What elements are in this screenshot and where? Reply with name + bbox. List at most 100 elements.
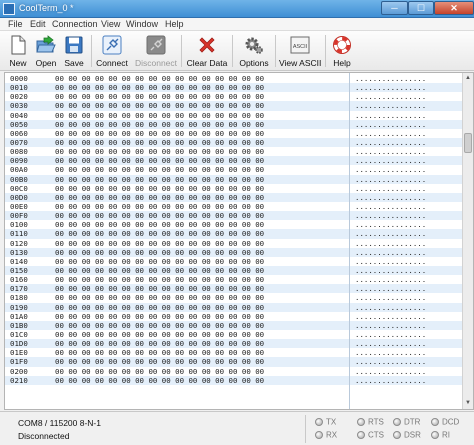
row-ascii: ................ xyxy=(355,265,427,275)
clear-data-button[interactable]: Clear Data xyxy=(185,33,229,69)
hex-row: 0050 00 00 00 00 00 00 00 00 00 00 00 00 … xyxy=(5,119,462,129)
menu-help[interactable]: Help xyxy=(165,19,184,29)
row-ascii: ................ xyxy=(355,247,427,257)
row-address: 01E0 xyxy=(10,348,28,358)
hex-row: 0190 00 00 00 00 00 00 00 00 00 00 00 00 … xyxy=(5,302,462,312)
vertical-scrollbar[interactable]: ▲ ▼ xyxy=(462,73,473,409)
led-indicator-icon xyxy=(431,430,439,439)
row-address: 0080 xyxy=(10,147,28,157)
row-ascii: ................ xyxy=(355,357,427,367)
row-address: 0210 xyxy=(10,375,28,385)
toolbar: New Open Save Connect Disconnect Clear D… xyxy=(0,31,474,71)
row-hex-bytes: 00 00 00 00 00 00 00 00 00 00 00 00 00 0… xyxy=(55,284,265,294)
menu-edit[interactable]: Edit xyxy=(30,19,46,29)
hex-row: 0040 00 00 00 00 00 00 00 00 00 00 00 00 … xyxy=(5,111,462,120)
row-hex-bytes: 00 00 00 00 00 00 00 00 00 00 00 00 00 0… xyxy=(55,311,265,321)
new-button[interactable]: New xyxy=(5,33,31,69)
row-address: 0040 xyxy=(10,110,28,120)
row-hex-bytes: 00 00 00 00 00 00 00 00 00 00 00 00 00 0… xyxy=(55,238,265,248)
row-address: 00A0 xyxy=(10,165,28,175)
hex-row: 0180 00 00 00 00 00 00 00 00 00 00 00 00 … xyxy=(5,293,462,302)
row-address: 0200 xyxy=(10,366,28,376)
row-hex-bytes: 00 00 00 00 00 00 00 00 00 00 00 00 00 0… xyxy=(55,83,265,93)
maximize-button[interactable]: ☐ xyxy=(408,1,434,15)
view-ascii-button-label: View ASCII xyxy=(279,58,322,68)
row-address: 01D0 xyxy=(10,339,28,349)
hex-row: 0140 00 00 00 00 00 00 00 00 00 00 00 00 … xyxy=(5,257,462,266)
open-button-label: Open xyxy=(35,58,57,68)
row-hex-bytes: 00 00 00 00 00 00 00 00 00 00 00 00 00 0… xyxy=(55,329,265,339)
row-hex-bytes: 00 00 00 00 00 00 00 00 00 00 00 00 00 0… xyxy=(55,165,265,175)
disconnect-button-label: Disconnect xyxy=(134,58,178,68)
help-button[interactable]: Help xyxy=(329,33,355,69)
toolbar-separator xyxy=(91,35,92,67)
open-button[interactable]: Open xyxy=(33,33,59,69)
options-gear-icon xyxy=(245,37,263,54)
view-ascii-button[interactable]: ASCII View ASCII xyxy=(279,33,321,69)
hex-data-view[interactable]: 0000 00 00 00 00 00 00 00 00 00 00 00 00 … xyxy=(4,72,474,410)
row-hex-bytes: 00 00 00 00 00 00 00 00 00 00 00 00 00 0… xyxy=(55,183,265,193)
row-ascii: ................ xyxy=(355,320,427,330)
title-bar: CoolTerm_0 * ─ ☐ ✕ xyxy=(0,0,474,18)
toolbar-separator xyxy=(275,35,276,67)
row-hex-bytes: 00 00 00 00 00 00 00 00 00 00 00 00 00 0… xyxy=(55,293,265,303)
close-button[interactable]: ✕ xyxy=(434,1,474,15)
options-button[interactable]: Options xyxy=(236,33,272,69)
hex-row: 0010 00 00 00 00 00 00 00 00 00 00 00 00 … xyxy=(5,83,462,93)
save-button[interactable]: Save xyxy=(61,33,87,69)
row-address: 0190 xyxy=(10,302,28,312)
disconnect-button[interactable]: Disconnect xyxy=(134,33,178,69)
row-ascii: ................ xyxy=(355,311,427,321)
row-address: 0000 xyxy=(10,74,28,83)
hex-row: 0100 00 00 00 00 00 00 00 00 00 00 00 00 … xyxy=(5,220,462,229)
row-ascii: ................ xyxy=(355,128,427,138)
new-file-icon xyxy=(11,35,26,55)
row-address: 00E0 xyxy=(10,201,28,211)
row-hex-bytes: 00 00 00 00 00 00 00 00 00 00 00 00 00 0… xyxy=(55,247,265,257)
menu-connection[interactable]: Connection xyxy=(52,19,98,29)
hex-row: 0080 00 00 00 00 00 00 00 00 00 00 00 00 … xyxy=(5,147,462,156)
menu-file[interactable]: File xyxy=(8,19,23,29)
connect-button[interactable]: Connect xyxy=(95,33,129,69)
scroll-thumb[interactable] xyxy=(464,133,472,153)
row-hex-bytes: 00 00 00 00 00 00 00 00 00 00 00 00 00 0… xyxy=(55,74,265,83)
options-button-label: Options xyxy=(239,58,269,68)
row-ascii: ................ xyxy=(355,329,427,339)
row-address: 0090 xyxy=(10,156,28,166)
row-address: 0140 xyxy=(10,256,28,266)
row-hex-bytes: 00 00 00 00 00 00 00 00 00 00 00 00 00 0… xyxy=(55,201,265,211)
save-button-label: Save xyxy=(64,58,84,68)
row-address: 0130 xyxy=(10,247,28,257)
row-hex-bytes: 00 00 00 00 00 00 00 00 00 00 00 00 00 0… xyxy=(55,137,265,147)
hex-row: 01E0 00 00 00 00 00 00 00 00 00 00 00 00 … xyxy=(5,348,462,357)
toolbar-separator xyxy=(181,35,182,67)
scroll-up-icon[interactable]: ▲ xyxy=(463,73,473,83)
hex-row: 0210 00 00 00 00 00 00 00 00 00 00 00 00 … xyxy=(5,375,462,385)
disconnect-plug-icon xyxy=(146,35,166,55)
save-disk-icon xyxy=(65,36,83,54)
ascii-divider xyxy=(349,73,350,409)
connection-state: Disconnected xyxy=(18,431,70,441)
hex-row: 01D0 00 00 00 00 00 00 00 00 00 00 00 00 … xyxy=(5,339,462,349)
help-lifebuoy-icon xyxy=(333,36,351,54)
row-address: 00D0 xyxy=(10,192,28,202)
led-dcd: DCD xyxy=(431,417,459,426)
toolbar-separator xyxy=(232,35,233,67)
row-hex-bytes: 00 00 00 00 00 00 00 00 00 00 00 00 00 0… xyxy=(55,211,265,221)
row-ascii: ................ xyxy=(355,119,427,129)
open-folder-icon xyxy=(36,35,56,53)
menu-window[interactable]: Window xyxy=(126,19,158,29)
row-hex-bytes: 00 00 00 00 00 00 00 00 00 00 00 00 00 0… xyxy=(55,147,265,157)
menu-view[interactable]: View xyxy=(101,19,120,29)
minimize-button[interactable]: ─ xyxy=(381,1,408,15)
led-indicator-icon xyxy=(393,417,401,426)
row-address: 0160 xyxy=(10,275,28,285)
row-ascii: ................ xyxy=(355,293,427,303)
row-address: 0060 xyxy=(10,128,28,138)
hex-row: 0070 00 00 00 00 00 00 00 00 00 00 00 00 … xyxy=(5,137,462,148)
row-ascii: ................ xyxy=(355,92,427,102)
scroll-down-icon[interactable]: ▼ xyxy=(463,398,473,408)
row-ascii: ................ xyxy=(355,302,427,312)
row-ascii: ................ xyxy=(355,229,427,239)
connect-button-label: Connect xyxy=(96,58,128,68)
